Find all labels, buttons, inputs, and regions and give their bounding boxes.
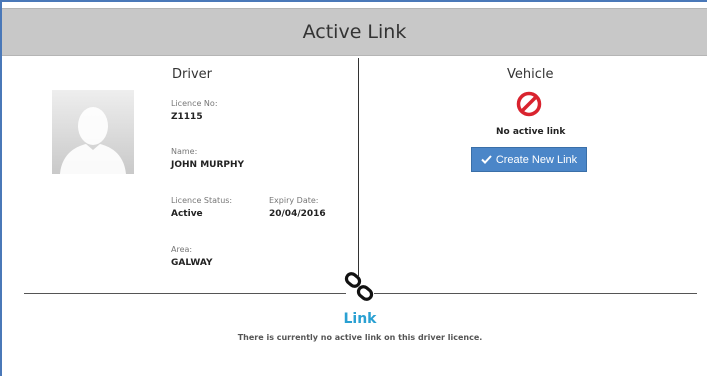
- area-value: GALWAY: [171, 258, 213, 268]
- licence-status-label: Licence Status:: [171, 196, 233, 205]
- no-entry-icon: [516, 91, 542, 117]
- licence-no-label: Licence No:: [171, 99, 218, 108]
- page-header: Active Link: [2, 8, 707, 56]
- area-label: Area:: [171, 245, 193, 254]
- licence-status-value: Active: [171, 209, 203, 219]
- expiry-date-value: 20/04/2016: [269, 209, 326, 219]
- person-silhouette-icon: [60, 107, 126, 174]
- expiry-date-label: Expiry Date:: [269, 196, 319, 205]
- link-divider-right: [374, 293, 697, 294]
- driver-avatar: [52, 90, 134, 174]
- vehicle-section-title: Vehicle: [507, 67, 554, 82]
- link-section-title: Link: [343, 311, 377, 327]
- name-value: JOHN MURPHY: [171, 160, 245, 170]
- section-divider: [358, 58, 359, 276]
- vehicle-status-text: No active link: [496, 127, 566, 137]
- chain-link-icon: [344, 272, 374, 301]
- page-title: Active Link: [302, 21, 407, 43]
- check-icon: [481, 155, 492, 164]
- name-label: Name:: [171, 147, 198, 156]
- link-divider-left: [24, 293, 346, 294]
- create-new-link-button[interactable]: Create New Link: [471, 147, 587, 172]
- no-active-link-message: There is currently no active link on thi…: [237, 333, 483, 342]
- licence-no-value: Z1115: [171, 112, 203, 122]
- create-new-link-label: Create New Link: [495, 153, 578, 166]
- driver-section-title: Driver: [172, 67, 213, 82]
